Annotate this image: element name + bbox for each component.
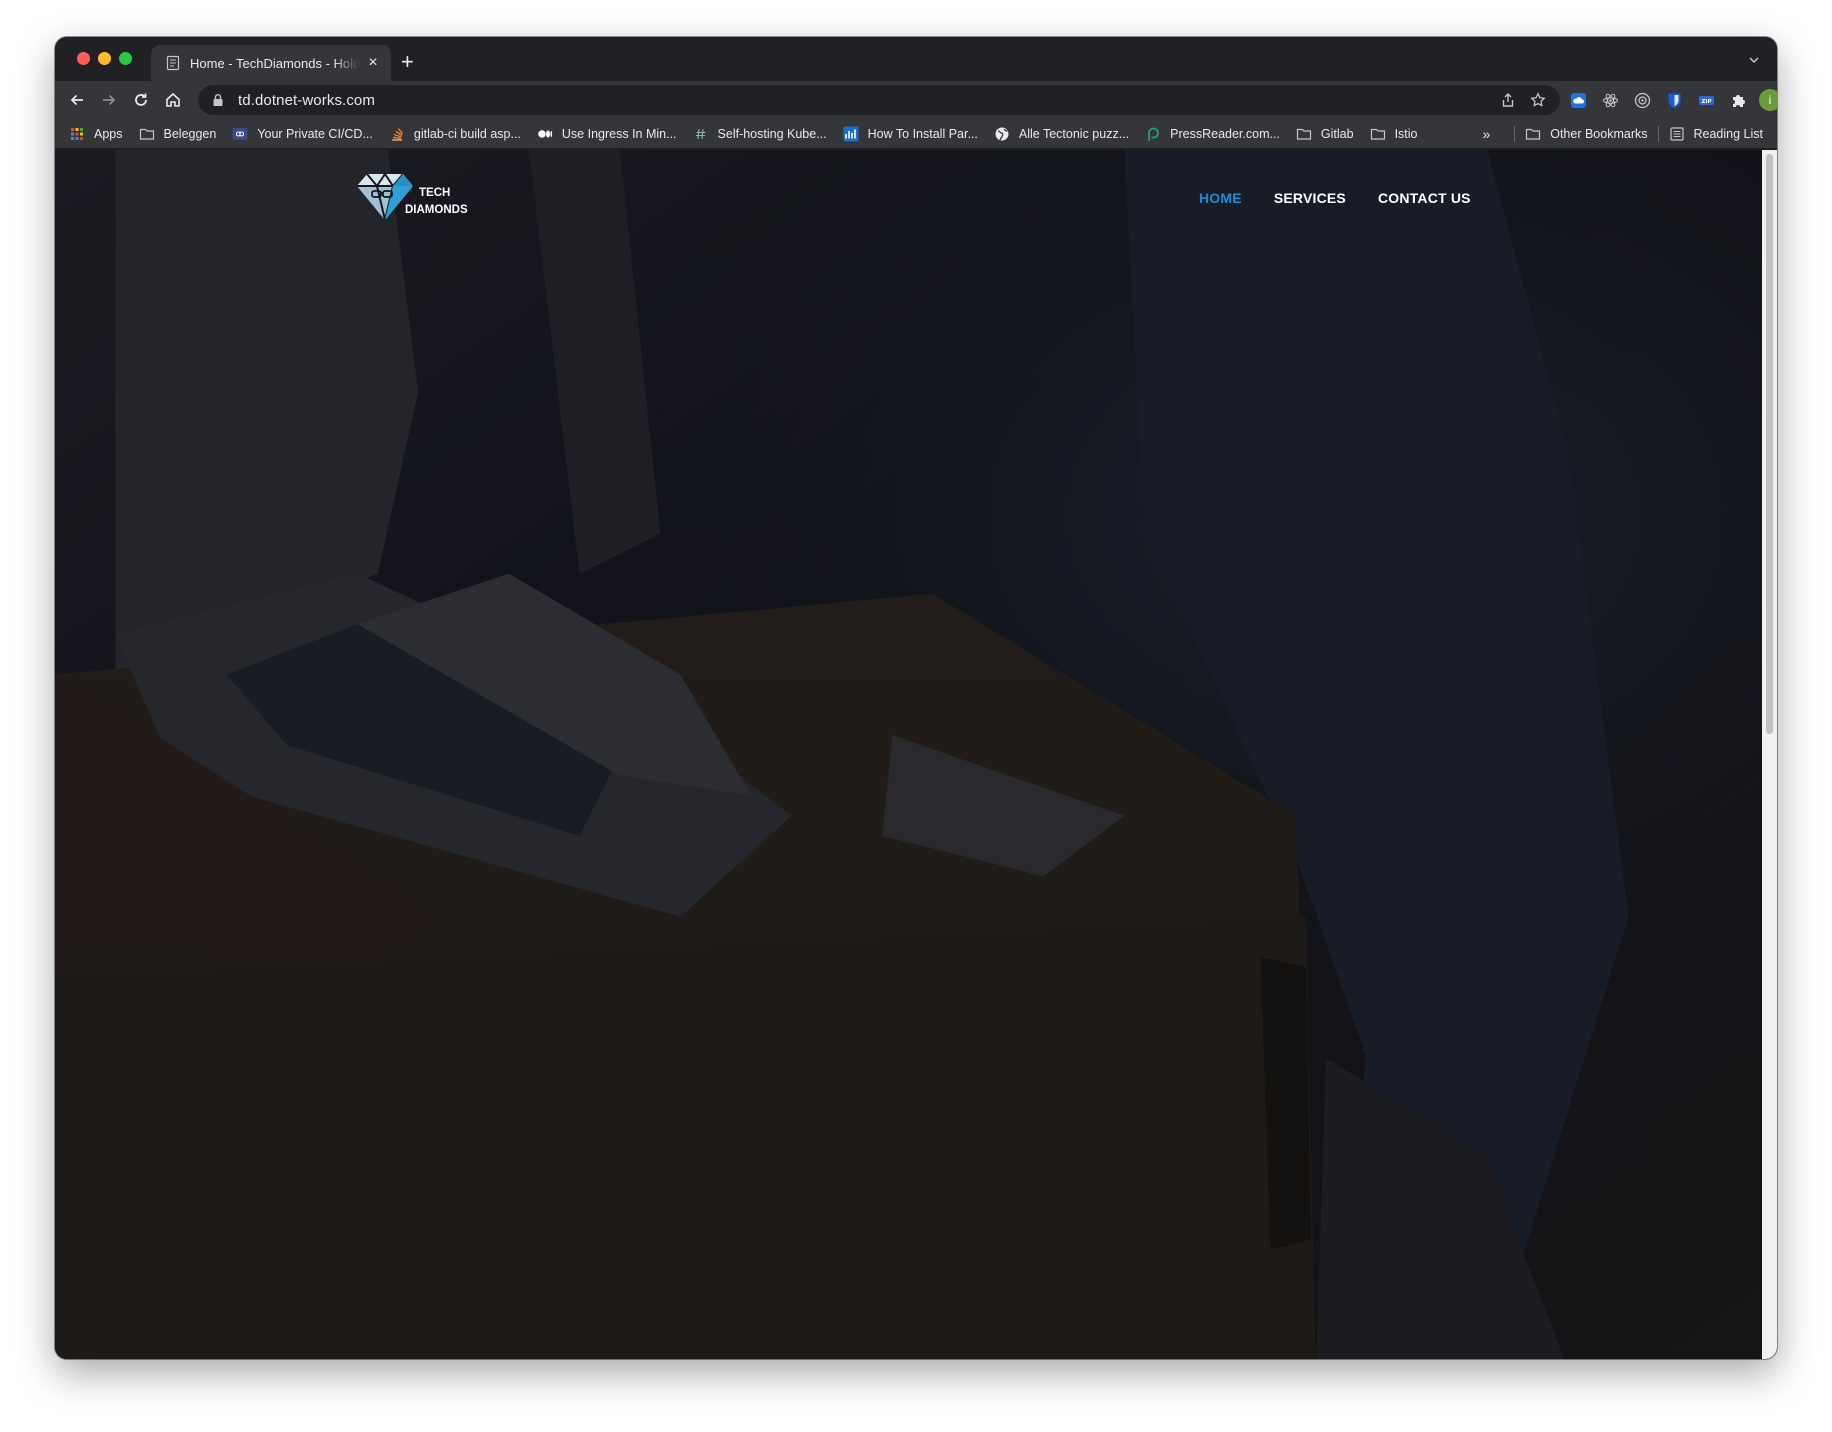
forward-button[interactable] xyxy=(93,84,125,116)
back-button[interactable] xyxy=(61,84,93,116)
scrollbar-thumb[interactable] xyxy=(1766,154,1773,734)
chart-icon xyxy=(843,126,859,142)
bookmark-label: Self-hosting Kube... xyxy=(717,126,827,141)
bookmark-beleggen[interactable]: Beleggen xyxy=(139,126,217,142)
apps-grid-icon xyxy=(69,126,85,142)
nav-home[interactable]: HOME xyxy=(1199,190,1242,206)
hero-background-image xyxy=(55,150,1777,1359)
cloud-icon xyxy=(1570,92,1586,108)
extension-zip[interactable]: ZIP xyxy=(1694,88,1718,112)
hash-icon xyxy=(693,126,709,142)
logo-line-2: DIAMONDS xyxy=(405,204,468,216)
site-logo[interactable]: TECH DIAMONDS xyxy=(353,172,468,224)
reading-list[interactable]: Reading List xyxy=(1669,126,1764,142)
medium-icon xyxy=(537,126,553,142)
logo-line-1: TECH xyxy=(419,187,451,199)
logo-wordmark: TECH DIAMONDS xyxy=(405,185,468,219)
more-bookmarks-button[interactable]: » xyxy=(1482,126,1490,142)
infinity-icon xyxy=(232,126,248,142)
bookmarks-divider xyxy=(1657,126,1659,142)
page-viewport: TECH DIAMONDS HOME SERVICES CONTACT US xyxy=(55,150,1777,1359)
bookmark-apps[interactable]: Apps xyxy=(69,126,123,142)
bookmark-self-hosting[interactable]: Self-hosting Kube... xyxy=(693,126,827,142)
folder-icon xyxy=(1296,126,1312,142)
folder-icon xyxy=(1370,126,1386,142)
folder-icon xyxy=(1525,126,1541,142)
bookmark-label: How To Install Par... xyxy=(867,126,978,141)
new-tab-button[interactable]: + xyxy=(401,51,414,73)
window-controls xyxy=(77,52,132,65)
close-window-button[interactable] xyxy=(77,52,90,65)
tab-strip: Home - TechDiamonds - Hold × + xyxy=(55,37,1777,81)
bookmark-how-to-install[interactable]: How To Install Par... xyxy=(843,126,978,142)
bookmark-label: Use Ingress In Min... xyxy=(561,126,677,141)
bookmark-label: Alle Tectonic puzz... xyxy=(1018,126,1130,141)
site-header: TECH DIAMONDS HOME SERVICES CONTACT US xyxy=(55,150,1762,250)
bookmark-label: gitlab-ci build asp... xyxy=(413,126,521,141)
extensions-area: ZIP i xyxy=(1566,85,1777,115)
other-bookmarks-label: Other Bookmarks xyxy=(1550,127,1648,141)
forward-arrow-icon xyxy=(103,94,116,106)
home-button[interactable] xyxy=(157,84,189,116)
bookmarks-right: » Other Bookmarks Reading List xyxy=(1482,119,1763,149)
bookmark-label: Istio xyxy=(1394,126,1418,141)
page-scrollbar[interactable] xyxy=(1762,150,1777,1359)
bookmark-star-icon[interactable] xyxy=(1530,92,1546,108)
bookmark-label: PressReader.com... xyxy=(1170,126,1280,141)
nav-contact-us[interactable]: CONTACT US xyxy=(1378,190,1471,206)
close-tab-icon[interactable]: × xyxy=(365,54,381,72)
target-icon xyxy=(1634,92,1650,108)
reload-button[interactable] xyxy=(125,84,157,116)
extension-cloud[interactable] xyxy=(1566,88,1590,112)
folder-icon xyxy=(139,126,155,142)
tab-title: Home - TechDiamonds - Hold xyxy=(190,55,359,71)
browser-toolbar: td.dotnet-works.com ZIP i xyxy=(55,81,1777,119)
bookmark-gitlab-ci[interactable]: gitlab-ci build asp... xyxy=(389,126,521,142)
bookmarks-bar: Apps Beleggen Your Private CI/CD... gitl… xyxy=(55,119,1777,149)
tab-search-icon[interactable] xyxy=(1747,53,1761,67)
extension-bitwarden[interactable] xyxy=(1662,88,1686,112)
home-icon xyxy=(166,92,180,107)
bookmark-tectonic[interactable]: Alle Tectonic puzz... xyxy=(994,126,1129,142)
bookmark-label: Beleggen xyxy=(163,126,217,141)
bookmark-gitlab-folder[interactable]: Gitlab xyxy=(1296,126,1354,142)
reading-list-label: Reading List xyxy=(1693,127,1764,141)
extensions-menu-button[interactable] xyxy=(1726,88,1750,112)
bookmark-istio-folder[interactable]: Istio xyxy=(1370,126,1418,142)
pressreader-icon xyxy=(1145,126,1161,142)
reload-icon xyxy=(135,93,147,106)
zip-icon: ZIP xyxy=(1698,95,1714,105)
stack-icon xyxy=(389,126,405,142)
minimize-window-button[interactable] xyxy=(98,52,111,65)
bookmarks-divider xyxy=(1514,126,1516,142)
lock-icon xyxy=(213,94,223,106)
bookmark-label: Gitlab xyxy=(1320,126,1354,141)
active-tab[interactable]: Home - TechDiamonds - Hold × xyxy=(151,45,391,81)
bookmark-label: Your Private CI/CD... xyxy=(257,126,373,141)
shield-icon xyxy=(1668,93,1680,108)
extension-target[interactable] xyxy=(1630,88,1654,112)
browser-window: Home - TechDiamonds - Hold × + td.dotnet… xyxy=(55,37,1777,1359)
address-bar[interactable]: td.dotnet-works.com xyxy=(198,85,1560,115)
atom-icon xyxy=(1602,93,1618,107)
extension-react[interactable] xyxy=(1598,88,1622,112)
nav-services[interactable]: SERVICES xyxy=(1274,190,1346,206)
bookmark-label: Apps xyxy=(94,126,123,141)
back-arrow-icon xyxy=(70,94,83,106)
page-icon xyxy=(166,55,180,71)
profile-button[interactable]: i xyxy=(1758,88,1777,112)
puzzle-icon xyxy=(1732,94,1745,107)
maximize-window-button[interactable] xyxy=(119,52,132,65)
share-icon[interactable] xyxy=(1500,92,1516,108)
svg-text:ZIP: ZIP xyxy=(1701,99,1711,105)
main-navigation: HOME SERVICES CONTACT US xyxy=(1199,190,1471,206)
other-bookmarks[interactable]: Other Bookmarks xyxy=(1525,126,1648,142)
url-text: td.dotnet-works.com xyxy=(238,91,375,109)
bookmark-pressreader[interactable]: PressReader.com... xyxy=(1145,126,1280,142)
reading-list-icon xyxy=(1669,126,1685,142)
bookmark-private-cicd[interactable]: Your Private CI/CD... xyxy=(232,126,373,142)
globe-icon xyxy=(994,126,1010,142)
avatar: i xyxy=(1759,89,1777,111)
bookmark-ingress[interactable]: Use Ingress In Min... xyxy=(537,126,677,142)
